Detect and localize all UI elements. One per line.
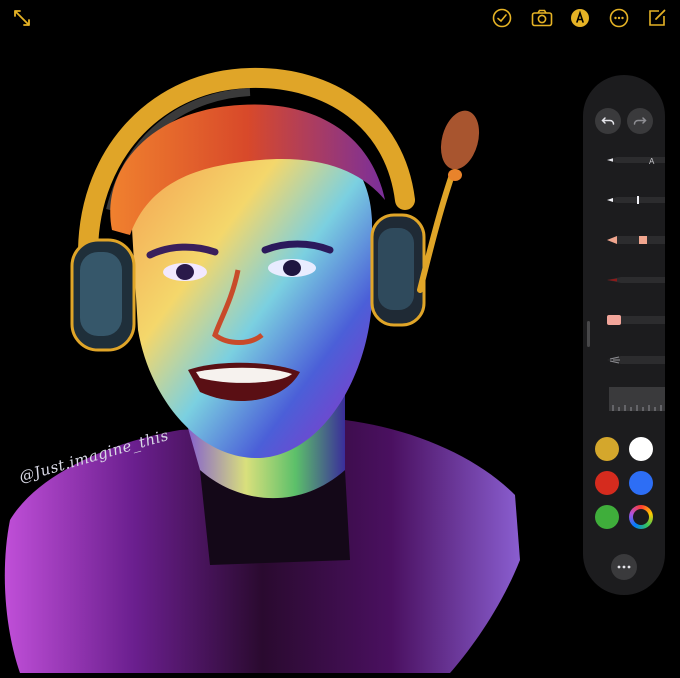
checkmark-icon[interactable] xyxy=(490,6,514,30)
pencil-tool[interactable] xyxy=(607,233,665,247)
color-swatch-green[interactable] xyxy=(595,505,619,529)
portrait-artwork xyxy=(4,67,520,673)
more-icon[interactable] xyxy=(607,6,631,30)
pen-tool[interactable]: A xyxy=(607,153,665,167)
resize-icon[interactable] xyxy=(10,6,34,30)
ruler-tool[interactable] xyxy=(609,387,665,411)
color-picker-multicolor[interactable] xyxy=(629,505,653,529)
color-swatch-blue[interactable] xyxy=(629,471,653,495)
top-toolbar xyxy=(0,0,680,36)
markup-icon[interactable] xyxy=(568,6,592,30)
color-swatch-gold[interactable] xyxy=(595,437,619,461)
camera-icon[interactable] xyxy=(530,6,554,30)
palette-drag-handle[interactable] xyxy=(587,321,590,347)
color-swatch-white[interactable] xyxy=(629,437,653,461)
tool-palette: A xyxy=(583,75,665,595)
undo-icon xyxy=(601,117,615,125)
marker-tool[interactable] xyxy=(607,193,665,207)
redo-icon xyxy=(633,117,647,125)
redo-button[interactable] xyxy=(627,108,653,134)
fountain-pen-tool[interactable] xyxy=(607,273,665,287)
more-dots-icon xyxy=(617,565,631,569)
undo-button[interactable] xyxy=(595,108,621,134)
ruler-icon xyxy=(612,405,662,411)
palette-more-button[interactable] xyxy=(611,554,637,580)
drawing-canvas[interactable]: @Just.imagine_this xyxy=(0,40,575,673)
lasso-tool[interactable] xyxy=(607,353,665,367)
color-swatch-red[interactable] xyxy=(595,471,619,495)
compose-icon[interactable] xyxy=(645,6,669,30)
svg-text:A: A xyxy=(649,157,655,166)
eraser-tool[interactable] xyxy=(607,313,665,327)
